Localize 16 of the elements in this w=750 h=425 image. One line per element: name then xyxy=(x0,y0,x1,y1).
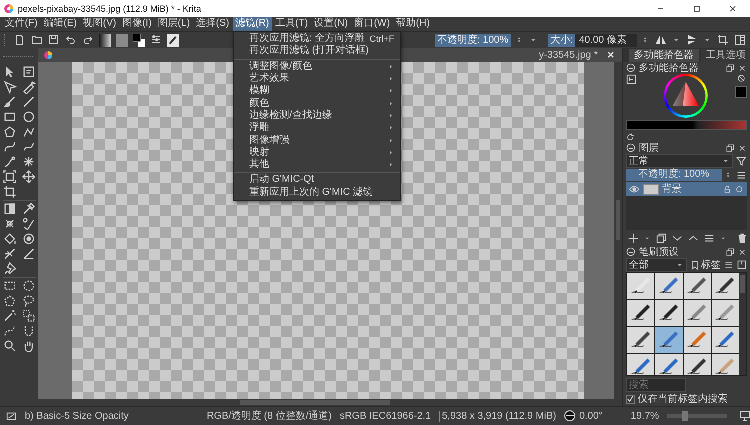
zoom-value: 19.7% xyxy=(630,410,660,422)
window-title: pexels-pixabay-33545.jpg (112.9 MiB) * - Krita xyxy=(18,4,202,14)
docker-title: 图层 xyxy=(639,142,659,155)
slider-value: 40.00 像素 xyxy=(578,34,628,46)
checkbox-label: 仅在当前标签内搜索 xyxy=(638,392,728,406)
color-model: RGB/透明度 (8 位整数/通道) xyxy=(206,410,332,423)
docker-title: 笔刷预设 xyxy=(639,246,679,259)
tab-label: y-33545.jpg * xyxy=(539,50,598,60)
slider-label: 大小: xyxy=(549,34,574,46)
color-profile: sRGB IEC61966-2.1 xyxy=(340,410,432,422)
shortcut-text: Ctrl+F xyxy=(370,33,394,46)
image-size: 5,938 x 3,919 (112.9 MiB) xyxy=(439,410,556,422)
brush-name: b) Basic-5 Size Opacity xyxy=(25,410,129,422)
rotation-value: 0.00° xyxy=(579,410,603,422)
layer-name: 背景 xyxy=(662,182,682,196)
docker-title: 多功能拾色器 xyxy=(639,62,699,75)
